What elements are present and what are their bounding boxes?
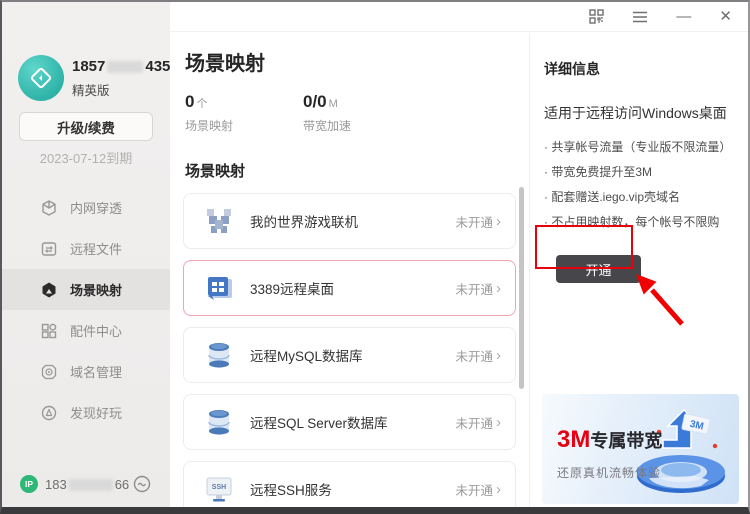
banner-headline-em: 3M: [557, 426, 590, 453]
list-item-sqlserver[interactable]: 远程SQL Server数据库 未开通›: [183, 394, 516, 450]
scrollbar-thumb[interactable]: [519, 187, 524, 389]
chevron-right-icon: ›: [496, 481, 501, 498]
banner-text: 3M专属带宽 还原真机流畅体验: [557, 426, 662, 481]
sidebar-menu: 内网穿透 远程文件 场景映射 配件中心 域名管理 发现好玩: [2, 187, 170, 433]
sidebar-item-label: 远程文件: [70, 239, 122, 258]
detail-title: 详细信息: [544, 59, 736, 79]
sidebar-item-label: 域名管理: [70, 362, 122, 381]
status-badge: 未开通: [455, 212, 493, 231]
list-item-label: 远程SSH服务: [250, 479, 332, 499]
qr-scan-icon[interactable]: [589, 9, 604, 24]
feature-item: · 带宽免费提升至3M: [544, 160, 736, 185]
ip-suffix: 66: [115, 477, 129, 492]
status-badge: 未开通: [455, 480, 493, 499]
stat-unit: 个: [196, 98, 207, 110]
list-item-label: 远程SQL Server数据库: [250, 412, 388, 432]
list-item-minecraft[interactable]: 我的世界游戏联机 未开通›: [183, 193, 516, 249]
feature-list: · 共享帐号流量（专业版不限流量） · 带宽免费提升至3M · 配套赠送.ieg…: [544, 135, 736, 235]
feature-item: · 不占用映射数，每个帐号不限购: [544, 210, 736, 235]
page-title: 场景映射: [183, 47, 529, 76]
ip-masked: [69, 479, 113, 491]
sidebar-item-remote-files[interactable]: 远程文件: [2, 228, 170, 269]
cube-icon: [40, 199, 58, 217]
promo-banner[interactable]: 3M 3M专属带宽 还原真机流畅体验: [542, 394, 739, 504]
domain-icon: [40, 363, 58, 381]
list-item-label: 3389远程桌面: [250, 278, 334, 298]
sidebar-item-accessories[interactable]: 配件中心: [2, 310, 170, 351]
sidebar-item-intranet[interactable]: 内网穿透: [2, 187, 170, 228]
discover-icon: [40, 404, 58, 422]
open-service-button[interactable]: 开通: [556, 255, 641, 283]
upgrade-renew-button[interactable]: 升级/续费: [19, 112, 153, 141]
sidebar-item-label: 配件中心: [70, 321, 122, 340]
close-icon[interactable]: ✕: [719, 9, 732, 24]
brand-logo-icon: [29, 66, 53, 90]
detail-subtitle: 适用于远程访问Windows桌面: [544, 103, 736, 123]
sidebar-item-label: 发现好玩: [70, 403, 122, 422]
svg-text:SSH: SSH: [212, 484, 226, 491]
ip-address: 183 66: [45, 477, 129, 492]
sidebar: 1857 435 精英版 升级/续费 2023-07-12到期 内网穿透 远程文件…: [2, 2, 170, 507]
chevron-right-icon: ›: [496, 347, 501, 364]
list-item-label: 远程MySQL数据库: [250, 345, 363, 365]
widgets-icon: [40, 322, 58, 340]
sidebar-item-label: 场景映射: [70, 280, 122, 299]
ip-badge-icon: IP: [20, 475, 38, 493]
app-window: 1857 435 精英版 升级/续费 2023-07-12到期 内网穿透 远程文件…: [0, 0, 750, 514]
sidebar-footer: IP 183 66: [2, 469, 170, 499]
chevron-right-icon: ›: [496, 280, 501, 297]
ip-prefix: 183: [45, 477, 67, 492]
status-badge: 未开通: [455, 346, 493, 365]
sidebar-item-domains[interactable]: 域名管理: [2, 351, 170, 392]
feature-item: · 共享帐号流量（专业版不限流量）: [544, 135, 736, 160]
section-title: 场景映射: [183, 160, 529, 181]
banner-headline: 专属带宽: [590, 431, 662, 451]
avatar[interactable]: [18, 55, 64, 101]
file-transfer-icon: [40, 240, 58, 258]
stat-value: 0/0: [303, 92, 327, 111]
minimize-icon[interactable]: —: [676, 9, 691, 24]
user-phone: 1857 435: [72, 58, 170, 75]
database-icon: [204, 340, 234, 370]
feature-item: · 配套赠送.iego.vip壳域名: [544, 185, 736, 210]
stat-label: 带宽加速: [303, 117, 421, 134]
scene-home-icon: [40, 281, 58, 299]
scene-list: 我的世界游戏联机 未开通› 3389远程桌面 未开通› 远程MySQL数据库 未…: [183, 193, 516, 507]
sidebar-item-scene-mapping[interactable]: 场景映射: [2, 269, 170, 310]
phone-suffix: 435: [145, 58, 170, 75]
stats-row: 0个 场景映射 0/0M 带宽加速: [183, 92, 529, 134]
sidebar-item-label: 内网穿透: [70, 198, 122, 217]
status-badge: 未开通: [455, 413, 493, 432]
network-check-icon[interactable]: [132, 474, 152, 494]
stat-label: 场景映射: [185, 117, 303, 134]
sidebar-item-discover[interactable]: 发现好玩: [2, 392, 170, 433]
list-item-mysql[interactable]: 远程MySQL数据库 未开通›: [183, 327, 516, 383]
list-item-rdp-3389[interactable]: 3389远程桌面 未开通›: [183, 260, 516, 316]
menu-icon[interactable]: [632, 11, 648, 23]
main-content: 场景映射 0个 场景映射 0/0M 带宽加速 场景映射 我的世界游戏联机 未开通…: [170, 33, 529, 507]
list-item-label: 我的世界游戏联机: [250, 211, 358, 231]
chevron-right-icon: ›: [496, 414, 501, 431]
stat-bandwidth: 0/0M 带宽加速: [303, 92, 421, 134]
user-plan-badge: 精英版: [72, 80, 110, 99]
phone-prefix: 1857: [72, 58, 105, 75]
expiry-date: 2023-07-12到期: [2, 148, 170, 167]
phone-masked: [107, 61, 143, 73]
windows-desktop-icon: [204, 273, 234, 303]
list-item-ssh[interactable]: SSH 远程SSH服务 未开通›: [183, 461, 516, 507]
titlebar: — ✕: [170, 2, 748, 32]
ssh-monitor-icon: SSH: [204, 474, 234, 504]
stat-unit: M: [329, 98, 338, 110]
stat-scene-count: 0个 场景映射: [185, 92, 303, 134]
status-badge: 未开通: [455, 279, 493, 298]
banner-subline: 还原真机流畅体验: [557, 464, 662, 481]
chevron-right-icon: ›: [496, 213, 501, 230]
stat-value: 0: [185, 92, 194, 111]
minecraft-icon: [204, 206, 234, 236]
database-icon: [204, 407, 234, 437]
